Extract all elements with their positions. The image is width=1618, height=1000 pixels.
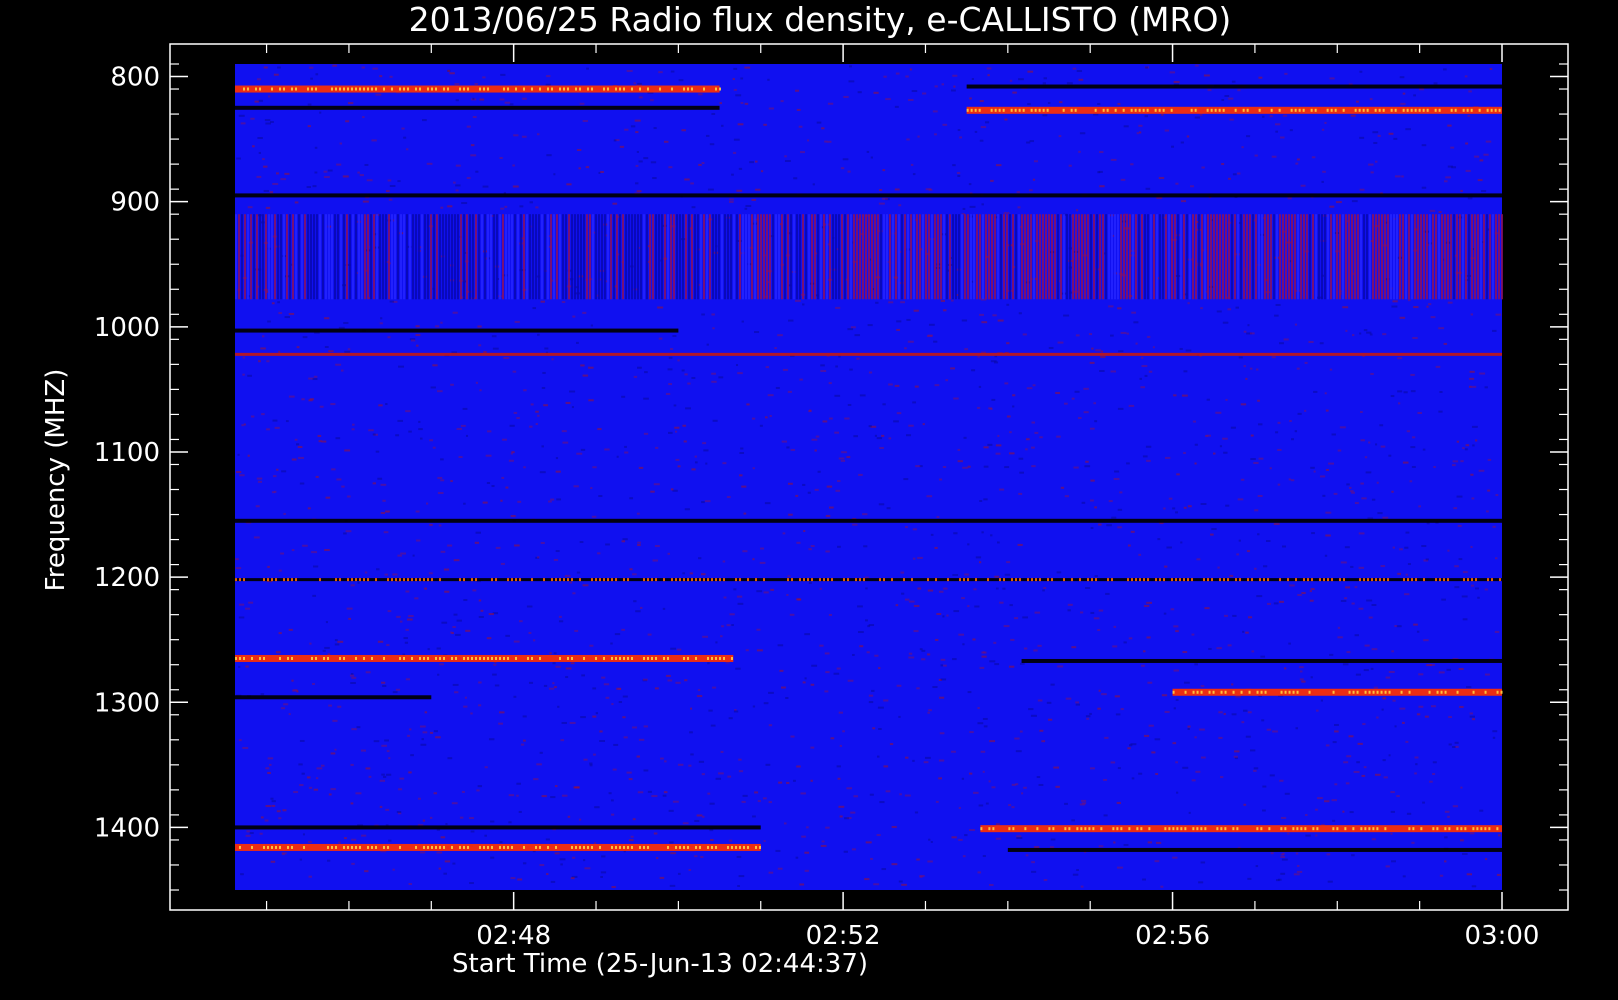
y-tick-label: 1300 [94,688,160,718]
spectral-band-5 [235,193,1502,198]
spectral-band-4 [235,105,720,110]
spectral-band-9 [235,578,1502,582]
y-tick-label: 1400 [94,813,160,843]
y-tick-label: 1200 [94,563,160,593]
x-axis-label: Start Time (25-Jun-13 02:44:37) [452,949,868,979]
spectral-band-11 [1021,658,1502,663]
x-tick-label: 02:56 [1135,921,1210,951]
y-tick-label: 1000 [94,313,160,343]
spectral-band-17 [1007,847,1502,852]
spectral-band-1 [235,85,721,93]
y-tick-label: 800 [110,63,160,93]
x-tick-label: 02:52 [806,921,881,951]
spectral-band-3 [966,84,1502,89]
chart-title: 2013/06/25 Radio flux density, e-CALLIST… [409,0,1232,39]
y-axis-label: Frequency (MHZ) [41,369,71,592]
spectral-band-13 [1172,688,1503,696]
interference-band [235,214,1503,300]
heatmap-area [235,64,1503,890]
spectral-band-16 [235,843,761,851]
spectral-band-14 [235,825,761,830]
spectrogram-chart: 800 900 1000 1100 1200 1300 1400 02:48 02:52 02:5… [41,0,1569,979]
x-tick-label: 03:00 [1465,921,1540,951]
spectral-band-15 [980,825,1502,833]
spectral-band-6 [235,328,679,333]
spectral-band-10 [235,654,734,662]
heatmap-background [235,64,1502,890]
spectral-band-12 [235,695,432,700]
spectral-band-2 [966,106,1502,114]
y-tick-label: 1100 [94,438,160,468]
x-tick-label: 02:48 [476,921,551,951]
spectral-band-8 [235,518,1502,523]
y-tick-label: 900 [110,188,160,218]
spectral-band-7 [235,352,1502,356]
